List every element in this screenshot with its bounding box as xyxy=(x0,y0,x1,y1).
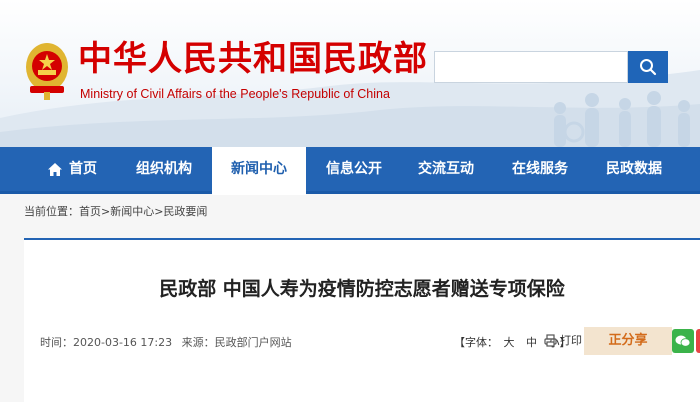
nav-item-home[interactable]: 首页 xyxy=(38,147,106,191)
breadcrumb: 当前位置：首页>新闻中心>民政要闻 xyxy=(24,203,207,219)
breadcrumb-news-center[interactable]: 新闻中心 xyxy=(110,205,154,218)
share-button[interactable]: 正分享 xyxy=(584,327,672,355)
people-silhouette-graphic xyxy=(554,91,690,147)
search-button[interactable] xyxy=(628,51,668,83)
printer-icon xyxy=(544,333,557,347)
font-size-label: 【字体： xyxy=(454,336,498,349)
breadcrumb-ministry-news[interactable]: 民政要闻 xyxy=(163,205,207,218)
wechat-share-button[interactable] xyxy=(672,329,694,353)
article-meta: 时间：2020-03-16 17:23 来源：民政部门户网站 xyxy=(40,334,298,350)
wechat-icon xyxy=(675,335,691,347)
nav-item-online-service[interactable]: 在线服务 xyxy=(500,147,580,191)
source-label: 来源： xyxy=(181,336,215,349)
site-header: 中华人民共和国民政部 Ministry of Civil Affairs of … xyxy=(0,0,700,147)
time-label: 时间： xyxy=(40,336,73,349)
breadcrumb-separator: > xyxy=(101,205,111,218)
breadcrumb-prefix: 当前位置： xyxy=(24,205,79,218)
nav-item-news-center[interactable]: 新闻中心 xyxy=(212,147,306,195)
home-icon xyxy=(48,162,62,176)
nav-item-organization[interactable]: 组织机构 xyxy=(124,147,204,191)
main-nav: 首页 组织机构 新闻中心 信息公开 交流互动 在线服务 民政数据 xyxy=(0,147,700,195)
time-value: 2020-03-16 17:23 xyxy=(73,336,173,349)
nav-item-interaction[interactable]: 交流互动 xyxy=(406,147,486,191)
site-title-cn[interactable]: 中华人民共和国民政部 xyxy=(78,40,428,78)
print-button[interactable]: 打印 xyxy=(544,332,582,348)
font-size-large-button[interactable]: 大 xyxy=(504,336,515,349)
print-label: 打印 xyxy=(560,334,582,347)
article-title: 民政部 中国人寿为疫情防控志愿者赠送专项保险 xyxy=(159,278,565,300)
font-size-medium-button[interactable]: 中 xyxy=(526,336,537,349)
national-emblem-icon xyxy=(26,43,68,100)
weibo-share-button[interactable] xyxy=(696,329,700,353)
nav-item-data[interactable]: 民政数据 xyxy=(594,147,674,191)
site-title-en: Ministry of Civil Affairs of the People'… xyxy=(80,87,390,101)
nav-item-label: 首页 xyxy=(69,161,97,177)
nav-item-public-info[interactable]: 信息公开 xyxy=(314,147,394,191)
source-value: 民政部门户网站 xyxy=(214,336,292,349)
search-icon xyxy=(640,59,657,76)
search-input[interactable] xyxy=(434,51,628,83)
article-container: 民政部 中国人寿为疫情防控志愿者赠送专项保险 时间：2020-03-16 17:… xyxy=(24,238,700,402)
breadcrumb-home[interactable]: 首页 xyxy=(79,205,101,218)
